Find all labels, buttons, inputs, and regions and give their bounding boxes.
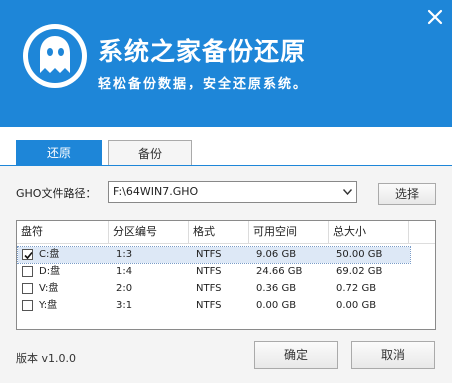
table-row[interactable]: D:盘 1:4 NTFS 24.66 GB 69.02 GB (18, 264, 410, 280)
gho-path-select[interactable]: F:\64WIN7.GHO (108, 181, 357, 203)
cell-partition: 1:3 (116, 249, 133, 260)
close-icon[interactable] (426, 8, 444, 26)
cancel-button[interactable]: 取消 (351, 341, 435, 369)
gho-path-label: GHO文件路径： (16, 187, 97, 200)
app-title: 系统之家备份还原 (98, 37, 307, 66)
select-file-button[interactable]: 选择 (378, 183, 436, 205)
row-checkbox[interactable] (22, 300, 33, 311)
checkmark-icon (24, 251, 33, 260)
row-checkbox[interactable] (22, 249, 33, 260)
cell-free-space: 0.00 GB (256, 300, 297, 311)
cell-drive: D:盘 (39, 266, 61, 277)
row-checkbox[interactable] (22, 266, 33, 277)
table-row[interactable]: Y:盘 3:1 NTFS 0.00 GB 0.00 GB (18, 298, 410, 314)
cell-total-size: 0.72 GB (336, 283, 377, 294)
column-header-drive[interactable]: 盘符 (17, 221, 109, 243)
cell-drive: Y:盘 (39, 300, 58, 311)
cell-format: NTFS (196, 249, 222, 260)
table-row[interactable]: V:盘 2:0 NTFS 0.36 GB 0.72 GB (18, 281, 410, 297)
cell-partition: 1:4 (116, 266, 133, 277)
cell-free-space: 24.66 GB (256, 266, 303, 277)
tab-backup[interactable]: 备份 (108, 140, 192, 166)
gho-path-value: F:\64WIN7.GHO (113, 185, 199, 198)
cell-format: NTFS (196, 283, 222, 294)
cell-partition: 3:1 (116, 300, 133, 311)
version-label: 版本 v1.0.0 (16, 352, 76, 365)
cell-partition: 2:0 (116, 283, 133, 294)
app-subtitle: 轻松备份数据，安全还原系统。 (98, 77, 309, 92)
cell-format: NTFS (196, 266, 222, 277)
cell-drive: C:盘 (39, 249, 60, 260)
cell-total-size: 0.00 GB (336, 300, 377, 311)
column-header-partition[interactable]: 分区编号 (109, 221, 189, 243)
row-checkbox[interactable] (22, 283, 33, 294)
header-banner: 系统之家备份还原 轻松备份数据，安全还原系统。 (0, 0, 452, 127)
ok-button[interactable]: 确定 (254, 341, 338, 369)
cell-free-space: 0.36 GB (256, 283, 297, 294)
cell-total-size: 69.02 GB (336, 266, 383, 277)
chevron-down-icon (343, 189, 352, 195)
cell-free-space: 9.06 GB (256, 249, 297, 260)
column-header-total-size[interactable]: 总大小 (329, 221, 409, 243)
table-header: 盘符 分区编号 格式 可用空间 总大小 (17, 221, 435, 244)
tab-restore[interactable]: 还原 (16, 140, 102, 166)
ghost-icon (23, 24, 87, 88)
partition-table: 盘符 分区编号 格式 可用空间 总大小 C:盘 1:3 NTFS 9.06 GB… (16, 220, 436, 330)
column-header-free-space[interactable]: 可用空间 (249, 221, 329, 243)
cell-drive: V:盘 (39, 283, 59, 294)
cell-total-size: 50.00 GB (336, 249, 383, 260)
table-row[interactable]: C:盘 1:3 NTFS 9.06 GB 50.00 GB (17, 246, 411, 264)
cell-format: NTFS (196, 300, 222, 311)
column-header-format[interactable]: 格式 (189, 221, 249, 243)
